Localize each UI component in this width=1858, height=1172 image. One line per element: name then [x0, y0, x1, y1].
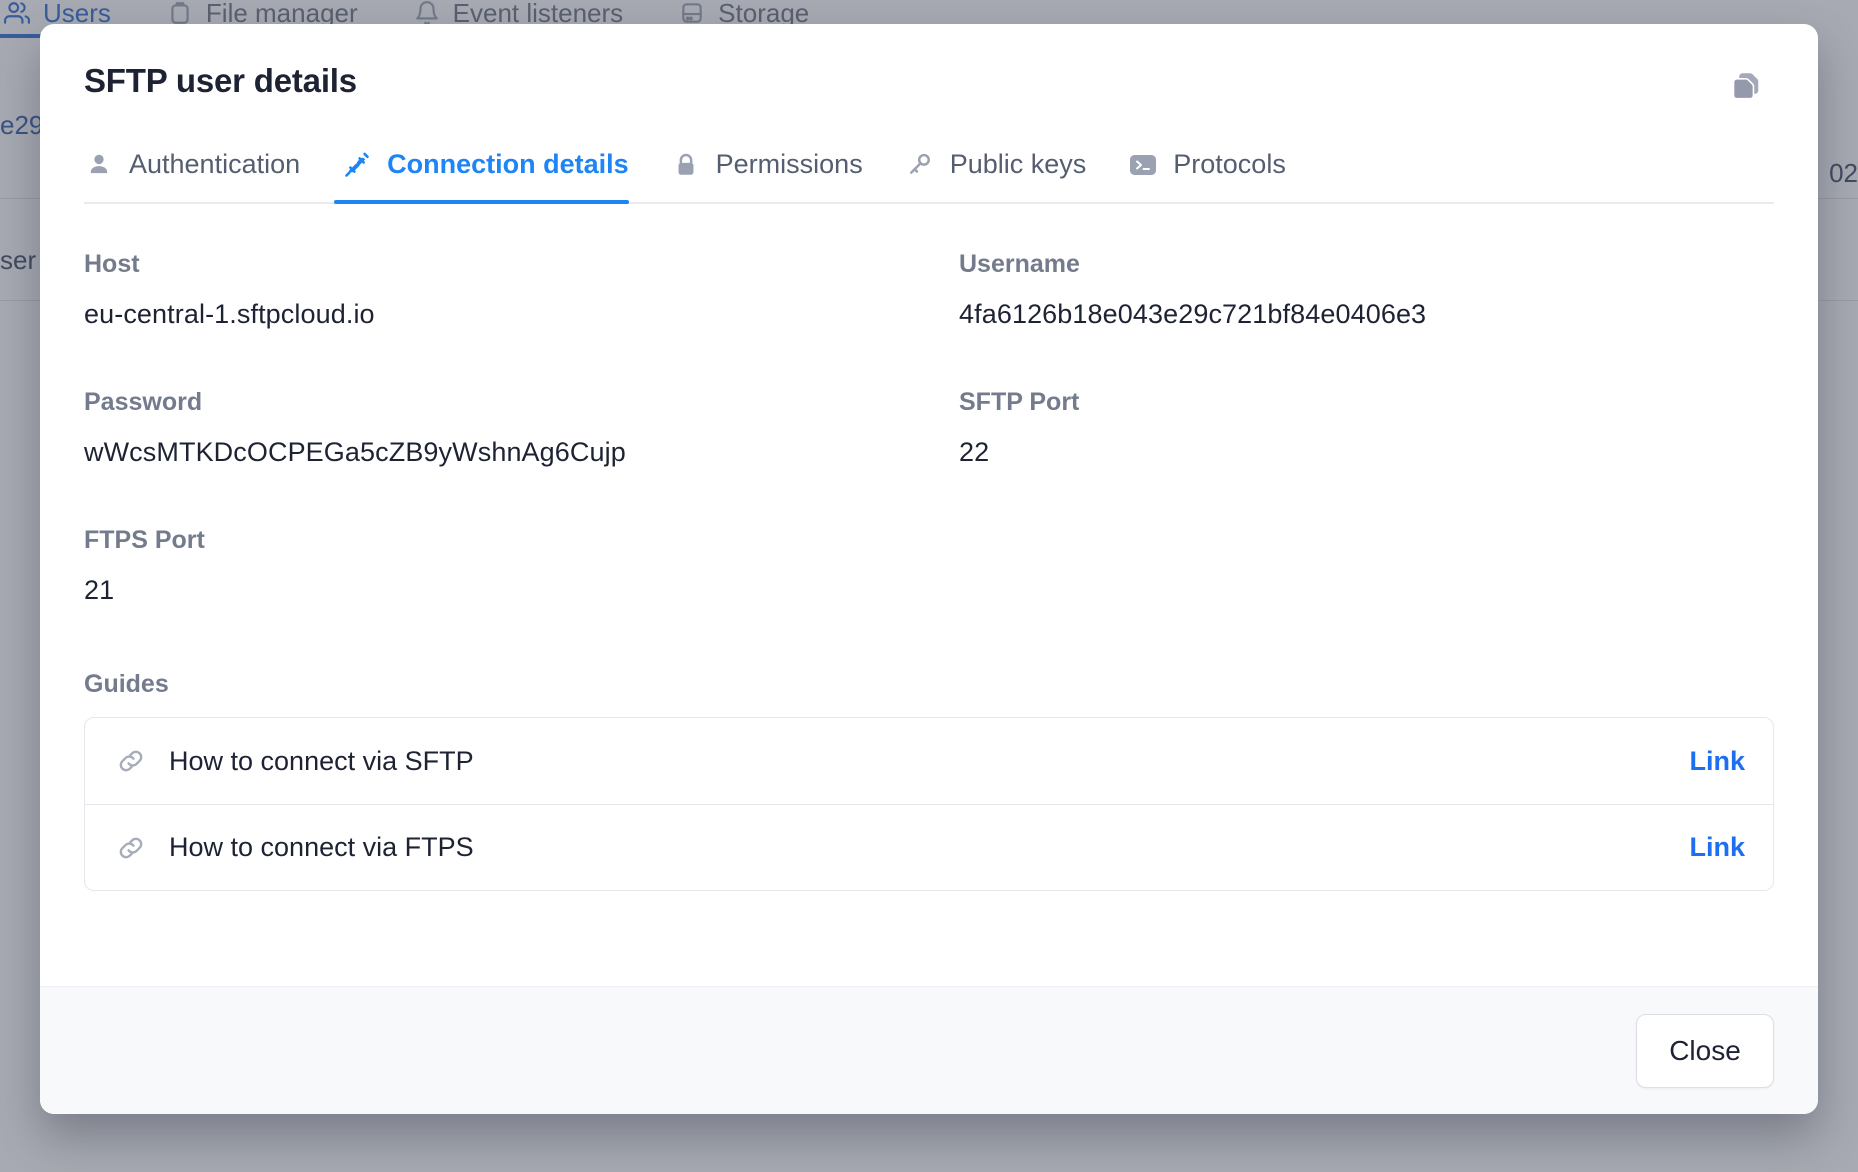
- guides-list: How to connect via SFTP Link How to conn…: [84, 717, 1774, 891]
- tab-label: Connection details: [387, 149, 629, 179]
- modal-body: SFTP user details Authentication Connect…: [40, 24, 1818, 986]
- connection-details-fields: Host eu-central-1.sftpcloud.io Username …: [84, 250, 1774, 664]
- guides-label: Guides: [84, 670, 169, 698]
- tab-public-keys[interactable]: Public keys: [897, 143, 1121, 202]
- guide-row-ftps[interactable]: How to connect via FTPS Link: [85, 804, 1773, 890]
- guide-link[interactable]: Link: [1689, 832, 1745, 863]
- modal-header: SFTP user details: [84, 62, 1774, 108]
- close-button[interactable]: Close: [1636, 1013, 1774, 1088]
- field-label: SFTP Port: [959, 388, 1080, 416]
- guide-title: How to connect via FTPS: [169, 832, 474, 862]
- lock-icon: [671, 150, 701, 180]
- plug-connect-icon: [342, 150, 372, 180]
- tab-label: Public keys: [949, 149, 1087, 179]
- guide-title: How to connect via SFTP: [169, 745, 474, 776]
- key-icon: [905, 150, 935, 180]
- field-password: Password wWcsMTKDcOCPEGa5cZB9yWshnAg6Cuj…: [84, 388, 899, 468]
- terminal-icon: [1128, 150, 1158, 180]
- field-sftp-port: SFTP Port 22: [959, 388, 1774, 468]
- field-label: Username: [959, 250, 1080, 278]
- field-spacer: [959, 526, 1774, 664]
- modal-tabs: Authentication Connection details Permis…: [84, 143, 1774, 204]
- tab-permissions[interactable]: Permissions: [663, 143, 897, 202]
- field-label: Password: [84, 388, 203, 416]
- field-value[interactable]: 4fa6126b18e043e29c721bf84e0406e3: [959, 299, 1774, 330]
- tab-label: Protocols: [1173, 149, 1286, 179]
- copy-icon-button[interactable]: [1726, 66, 1768, 108]
- tab-connection-details[interactable]: Connection details: [334, 143, 663, 204]
- sftp-user-details-modal: SFTP user details Authentication Connect…: [40, 24, 1818, 1114]
- modal-footer: Close: [40, 986, 1818, 1114]
- guide-row-sftp[interactable]: How to connect via SFTP Link: [85, 718, 1773, 804]
- field-label: FTPS Port: [84, 526, 205, 554]
- guide-link[interactable]: Link: [1689, 746, 1745, 777]
- link-icon: [115, 745, 147, 777]
- field-label: Host: [84, 250, 140, 278]
- field-username: Username 4fa6126b18e043e29c721bf84e0406e…: [959, 250, 1774, 330]
- tab-protocols[interactable]: Protocols: [1120, 143, 1320, 202]
- field-value[interactable]: 22: [959, 437, 1774, 468]
- field-value[interactable]: wWcsMTKDcOCPEGa5cZB9yWshnAg6Cujp: [84, 437, 899, 468]
- tab-authentication[interactable]: Authentication: [84, 143, 334, 202]
- copy-icon: [1729, 68, 1765, 107]
- modal-title: SFTP user details: [84, 62, 357, 99]
- field-value[interactable]: 21: [84, 575, 899, 606]
- field-ftps-port: FTPS Port 21: [84, 526, 899, 606]
- tab-label: Permissions: [715, 149, 863, 179]
- field-host: Host eu-central-1.sftpcloud.io: [84, 250, 899, 330]
- user-icon: [84, 150, 114, 180]
- link-icon: [115, 832, 147, 864]
- field-value[interactable]: eu-central-1.sftpcloud.io: [84, 299, 899, 330]
- tab-label: Authentication: [129, 149, 301, 179]
